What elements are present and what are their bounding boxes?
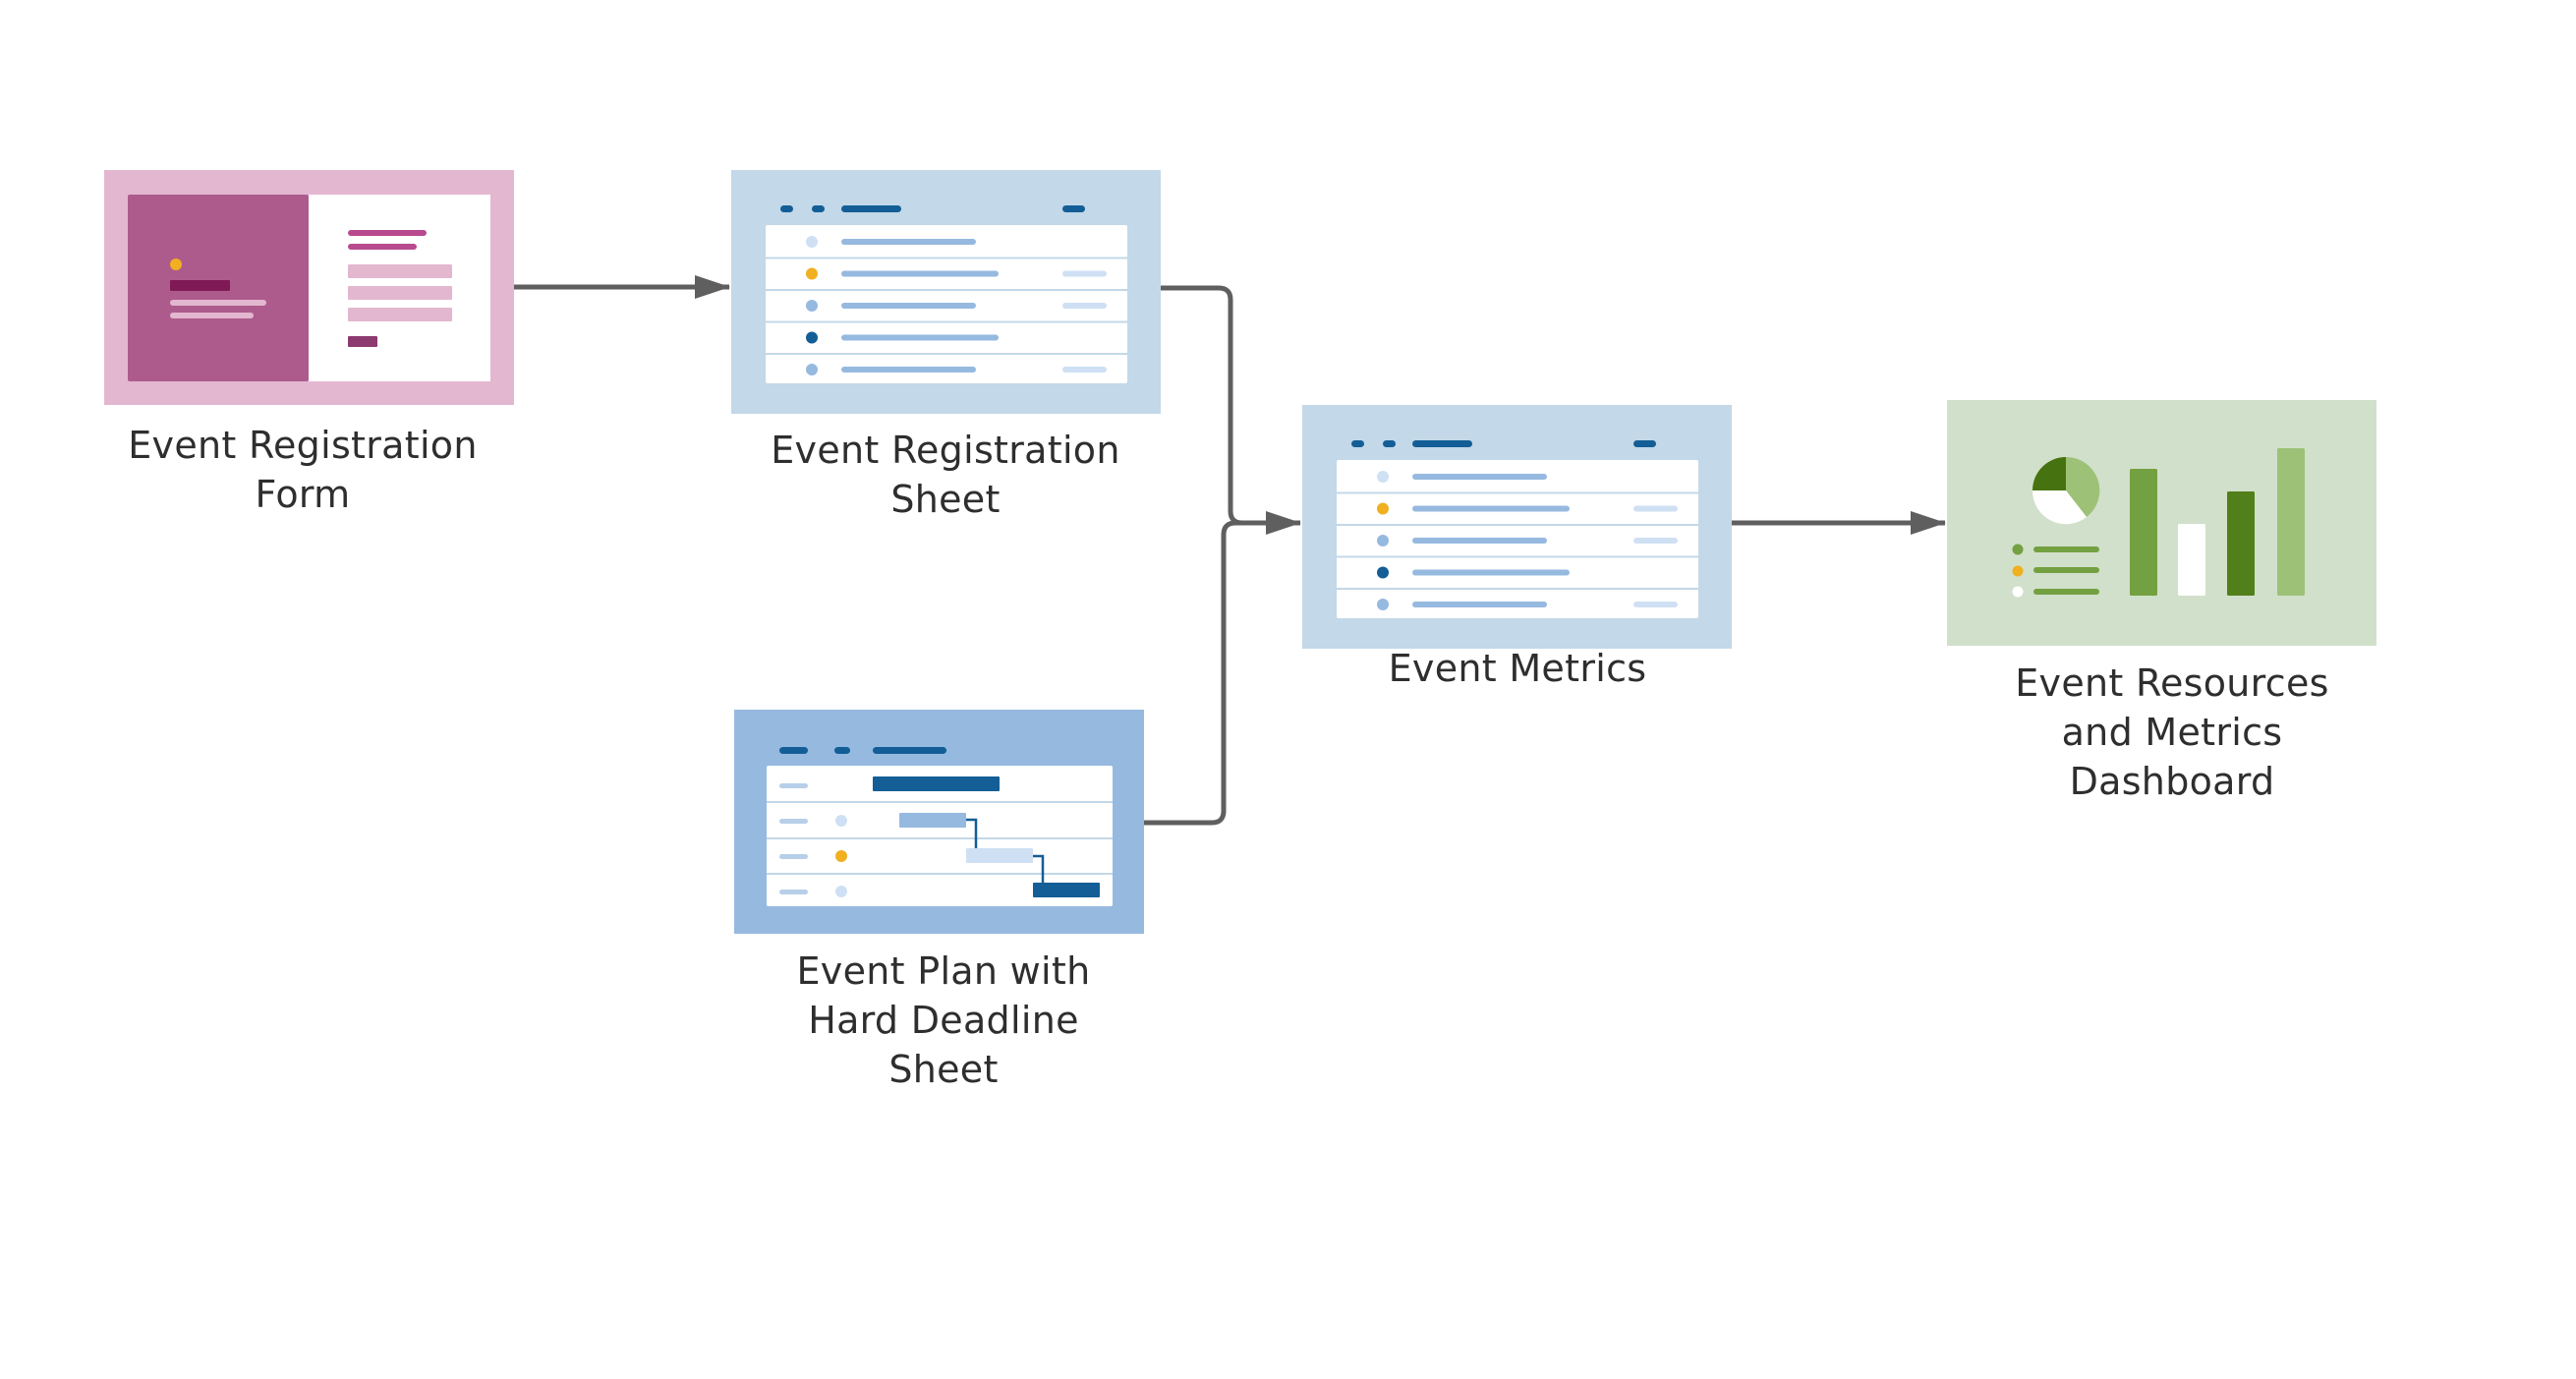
gantt-sheet-icon xyxy=(734,710,1144,934)
pie-chart-icon xyxy=(2032,456,2100,525)
connector-plan-sheet-to-metrics xyxy=(1144,520,1278,826)
node-event-dashboard[interactable] xyxy=(1947,400,2376,646)
form-icon xyxy=(104,170,514,405)
connector-registration-sheet-to-metrics xyxy=(1161,285,1301,535)
node-event-registration-form[interactable] xyxy=(104,170,514,405)
dashboard-chart-icon xyxy=(1947,400,2376,646)
label-event-dashboard: Event Resources and Metrics Dashboard xyxy=(2015,661,2329,803)
grid-sheet-icon xyxy=(731,170,1161,414)
grid-sheet-icon xyxy=(1302,405,1732,649)
node-event-metrics[interactable] xyxy=(1302,405,1732,649)
label-event-registration-form: Event Registration Form xyxy=(128,424,478,516)
label-event-registration-sheet: Event Registration Sheet xyxy=(771,429,1120,521)
label-event-metrics: Event Metrics xyxy=(1388,647,1647,690)
node-event-registration-sheet[interactable] xyxy=(731,170,1161,414)
node-event-plan-sheet[interactable] xyxy=(734,710,1144,934)
label-event-plan-sheet: Event Plan with Hard Deadline Sheet xyxy=(796,949,1091,1091)
